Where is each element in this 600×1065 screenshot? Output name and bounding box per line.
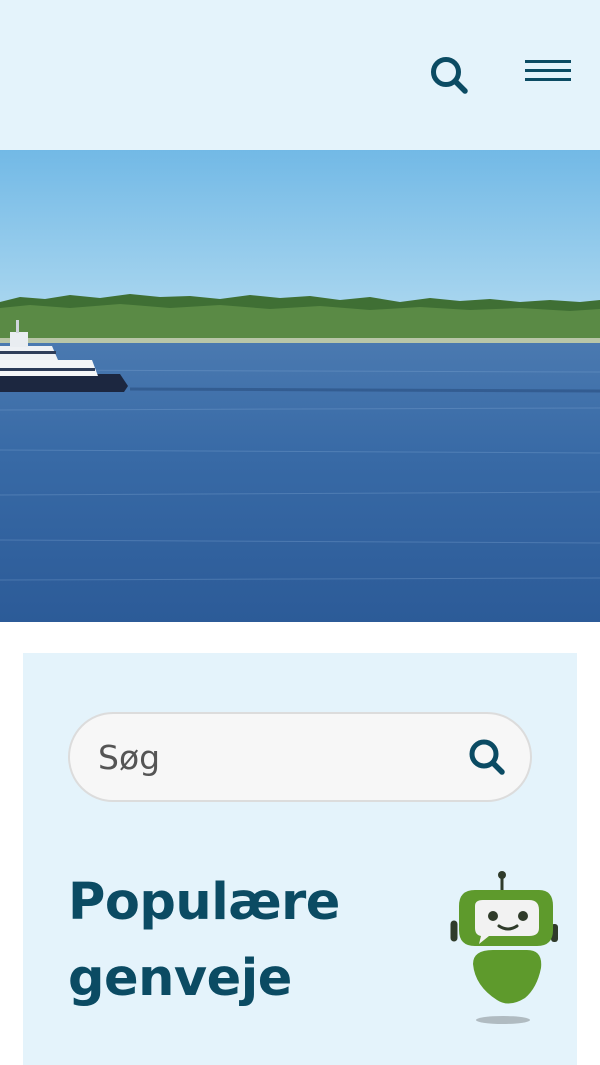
search-panel: Populære genveje	[23, 653, 577, 1065]
site-header	[0, 0, 600, 150]
search-input[interactable]	[98, 714, 448, 800]
chatbot-robot-icon[interactable]	[443, 868, 561, 1028]
search-icon[interactable]	[426, 52, 474, 100]
hamburger-menu-icon[interactable]	[522, 56, 574, 88]
popular-shortcuts-heading: Populære genveje	[68, 873, 340, 1008]
search-box	[68, 712, 532, 802]
hero-image	[0, 150, 600, 622]
search-icon[interactable]	[464, 734, 512, 782]
